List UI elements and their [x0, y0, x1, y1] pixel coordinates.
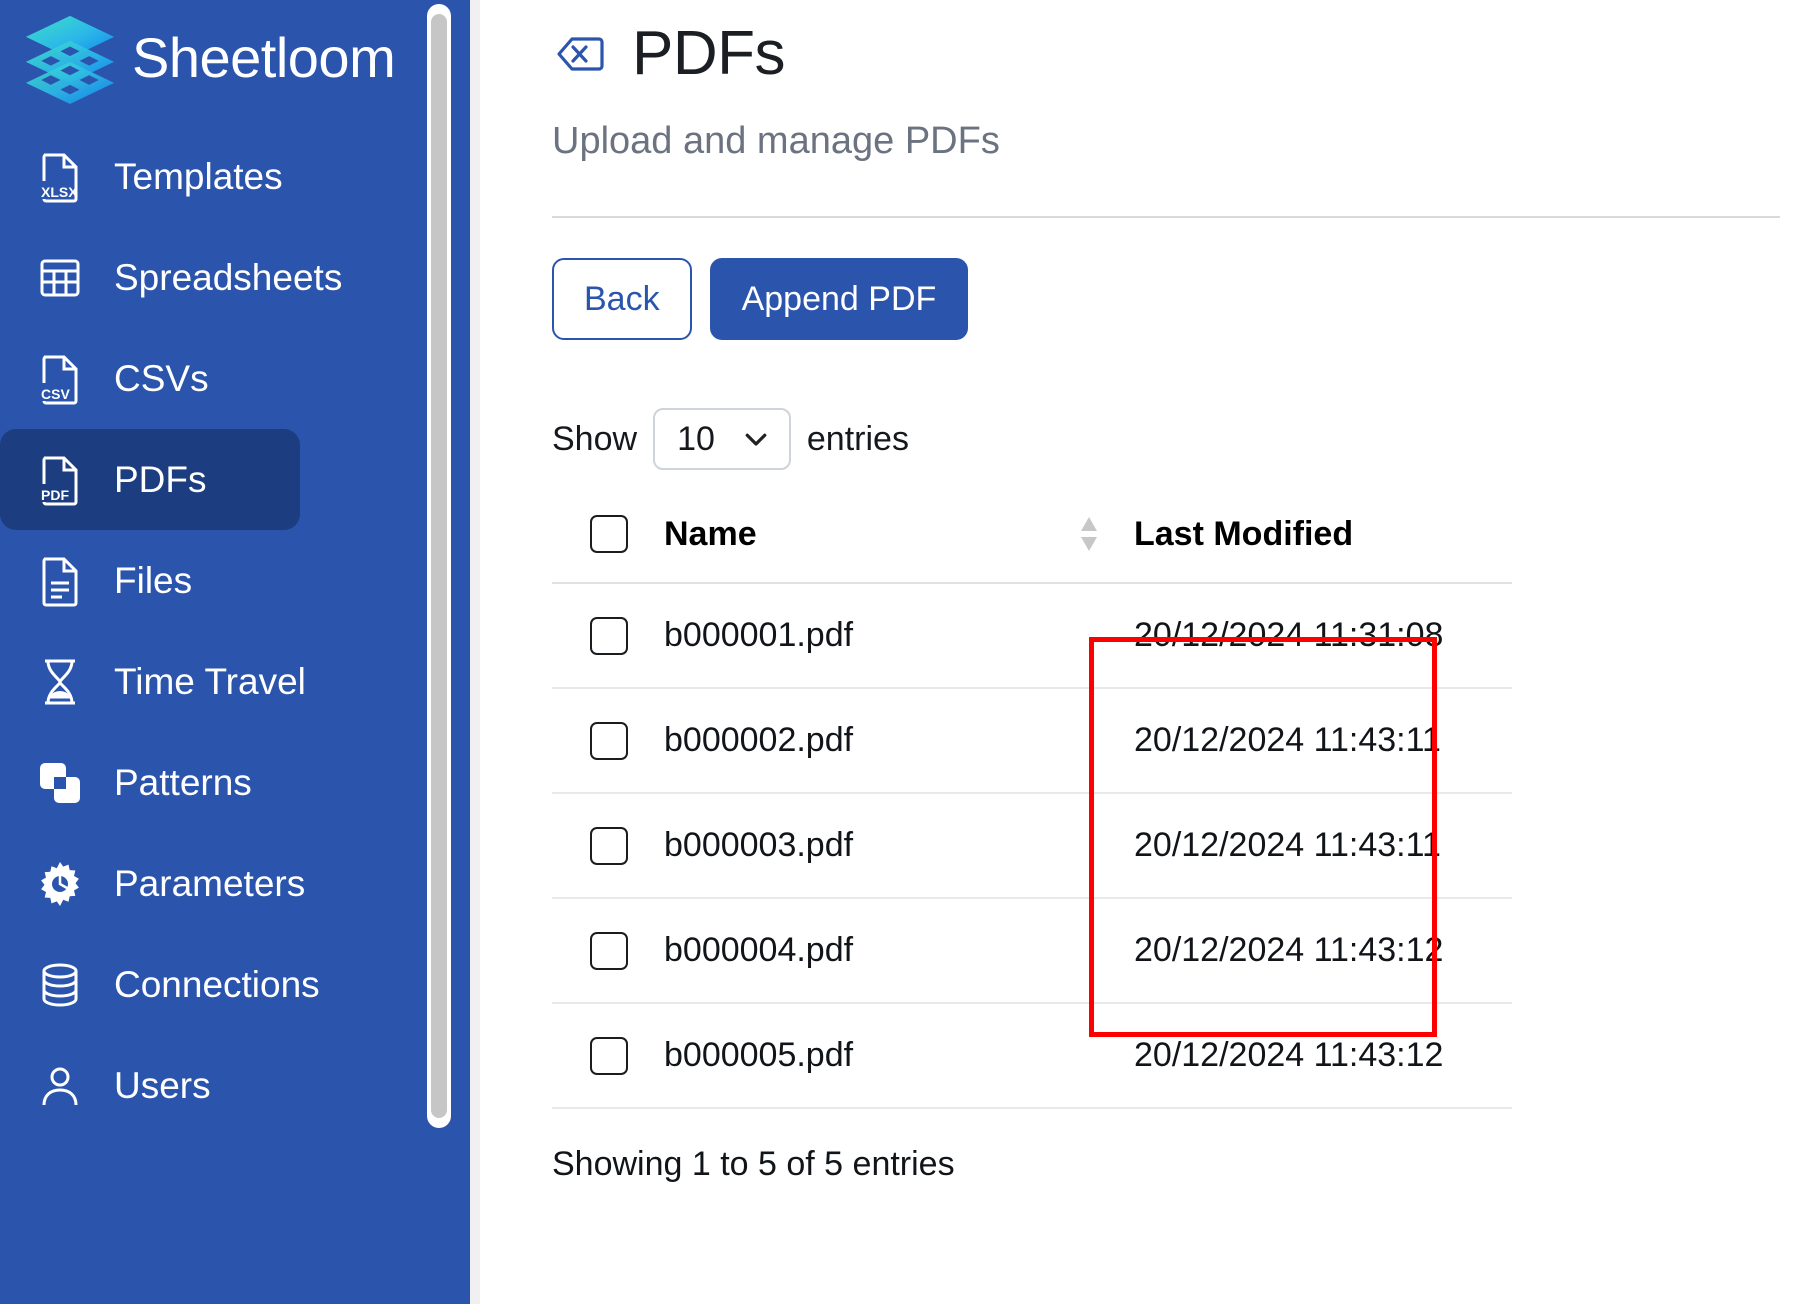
layers-copy-icon [34, 757, 86, 809]
row-name-cell: b000002.pdf [664, 688, 1134, 793]
sidebar-item-label: Connections [114, 966, 320, 1003]
entries-per-page-select[interactable]: 10 [653, 408, 791, 470]
grid-table-icon [34, 252, 86, 304]
table-row[interactable]: b000004.pdf 20/12/2024 11:43:12 [552, 898, 1512, 1003]
table-row[interactable]: b000003.pdf 20/12/2024 11:43:11 [552, 793, 1512, 898]
sidebar-edge-divider [470, 0, 480, 1304]
row-modified-cell: 20/12/2024 11:43:11 [1134, 688, 1512, 793]
hourglass-icon [34, 656, 86, 708]
svg-text:XLSX: XLSX [41, 184, 78, 200]
row-checkbox[interactable] [590, 932, 628, 970]
select-all-checkbox[interactable] [590, 515, 628, 553]
sidebar-item-parameters[interactable]: Parameters [0, 833, 300, 934]
sidebar-scrollbar-thumb[interactable] [431, 14, 447, 1118]
column-header-select-all [552, 514, 664, 583]
row-select-cell [552, 793, 664, 898]
sort-both-icon [1078, 514, 1100, 554]
table-header-row: Name Last Modified [552, 514, 1512, 583]
row-select-cell [552, 1003, 664, 1108]
sidebar: Sheetloom XLSX Templates [0, 0, 480, 1304]
row-name-cell: b000003.pdf [664, 793, 1134, 898]
row-select-cell [552, 583, 664, 688]
row-select-cell [552, 688, 664, 793]
sidebar-item-files[interactable]: Files [0, 530, 300, 631]
sidebar-item-label: PDFs [114, 461, 207, 498]
table-row[interactable]: b000002.pdf 20/12/2024 11:43:11 [552, 688, 1512, 793]
page-subtitle: Upload and manage PDFs [552, 122, 1812, 160]
sidebar-item-label: Users [114, 1067, 211, 1104]
entries-label: entries [807, 420, 909, 459]
row-modified-cell: 20/12/2024 11:31:08 [1134, 583, 1512, 688]
chevron-down-icon [741, 424, 771, 454]
file-pdf-icon: PDF [34, 454, 86, 506]
table-info: Showing 1 to 5 of 5 entries [552, 1145, 1812, 1184]
back-button[interactable]: Back [552, 258, 692, 340]
gear-icon [34, 858, 86, 910]
app-root: Sheetloom XLSX Templates [0, 0, 1812, 1304]
layers-stack-icon [22, 12, 118, 104]
sidebar-item-label: Time Travel [114, 663, 306, 700]
brand[interactable]: Sheetloom [0, 0, 480, 104]
table-head: Name Last Modified [552, 514, 1512, 583]
pdf-table: Name Last Modified [552, 514, 1512, 1109]
show-label: Show [552, 420, 637, 459]
sidebar-item-patterns[interactable]: Patterns [0, 732, 300, 833]
toolbar: Back Append PDF [552, 258, 1812, 340]
column-header-last-modified-label: Last Modified [1134, 515, 1353, 553]
sidebar-item-label: CSVs [114, 360, 209, 397]
column-header-last-modified[interactable]: Last Modified [1134, 514, 1512, 583]
entries-per-page-value: 10 [677, 422, 715, 456]
column-header-name[interactable]: Name [664, 514, 1134, 583]
row-checkbox[interactable] [590, 1037, 628, 1075]
svg-text:PDF: PDF [41, 487, 69, 503]
brand-name: Sheetloom [132, 30, 395, 86]
row-checkbox[interactable] [590, 617, 628, 655]
user-icon [34, 1060, 86, 1112]
sidebar-item-label: Files [114, 562, 192, 599]
table-row[interactable]: b000001.pdf 20/12/2024 11:31:08 [552, 583, 1512, 688]
database-icon [34, 959, 86, 1011]
sidebar-item-templates[interactable]: XLSX Templates [0, 126, 300, 227]
sidebar-nav: XLSX Templates Spreadsheets [0, 126, 480, 1136]
sidebar-item-label: Templates [114, 158, 283, 195]
append-pdf-button[interactable]: Append PDF [710, 258, 969, 340]
sidebar-item-spreadsheets[interactable]: Spreadsheets [0, 227, 300, 328]
row-modified-cell: 20/12/2024 11:43:11 [1134, 793, 1512, 898]
row-select-cell [552, 898, 664, 1003]
main-content: PDFs Upload and manage PDFs Back Append … [480, 0, 1812, 1304]
column-header-name-label: Name [664, 515, 757, 554]
table-body: b000001.pdf 20/12/2024 11:31:08 b000002.… [552, 583, 1512, 1108]
page-header: PDFs [552, 0, 1812, 94]
file-lines-icon [34, 555, 86, 607]
page-title: PDFs [632, 23, 785, 85]
sidebar-item-connections[interactable]: Connections [0, 934, 300, 1035]
row-modified-cell: 20/12/2024 11:43:12 [1134, 898, 1512, 1003]
row-modified-cell: 20/12/2024 11:43:12 [1134, 1003, 1512, 1108]
row-name-cell: b000005.pdf [664, 1003, 1134, 1108]
pdf-tag-icon [552, 26, 608, 82]
sidebar-item-users[interactable]: Users [0, 1035, 300, 1136]
sidebar-item-time-travel[interactable]: Time Travel [0, 631, 300, 732]
row-checkbox[interactable] [590, 827, 628, 865]
row-name-cell: b000001.pdf [664, 583, 1134, 688]
sidebar-item-label: Parameters [114, 865, 305, 902]
sidebar-item-label: Spreadsheets [114, 259, 342, 296]
file-csv-icon: CSV [34, 353, 86, 405]
table-row[interactable]: b000005.pdf 20/12/2024 11:43:12 [552, 1003, 1512, 1108]
header-divider [552, 216, 1780, 218]
length-menu: Show 10 entries [552, 408, 1812, 470]
row-name-cell: b000004.pdf [664, 898, 1134, 1003]
sidebar-item-csvs[interactable]: CSV CSVs [0, 328, 300, 429]
row-checkbox[interactable] [590, 722, 628, 760]
file-xlsx-icon: XLSX [34, 151, 86, 203]
sidebar-item-label: Patterns [114, 764, 252, 801]
sidebar-item-pdfs[interactable]: PDF PDFs [0, 429, 300, 530]
svg-text:CSV: CSV [41, 386, 70, 402]
